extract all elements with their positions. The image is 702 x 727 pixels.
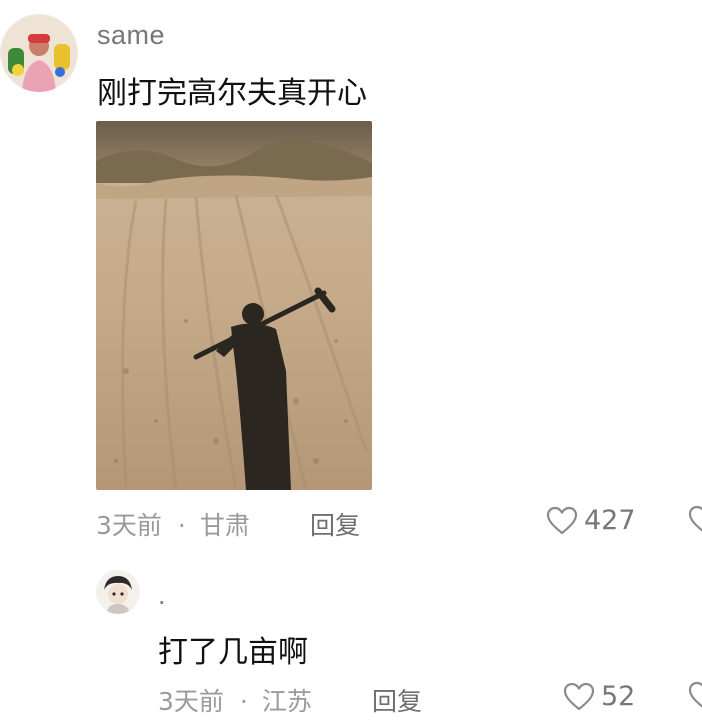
heart-outline-icon[interactable] xyxy=(688,505,702,535)
heart-outline-icon xyxy=(563,682,595,712)
location: 甘肃 xyxy=(199,511,250,540)
like-count: 427 xyxy=(584,505,636,536)
timestamp: 3天前 xyxy=(158,687,224,716)
reply-text: 打了几亩啊 xyxy=(158,635,308,670)
reply-button[interactable]: 回复 xyxy=(310,506,360,542)
comment-photo[interactable] xyxy=(96,121,372,490)
comment-meta: 3天前 · 甘肃 xyxy=(96,506,250,542)
comment-text: 刚打完高尔夫真开心 xyxy=(97,76,367,111)
reply-button[interactable]: 回复 xyxy=(372,682,422,718)
username[interactable]: same xyxy=(97,20,165,51)
field-shadow-photo xyxy=(96,121,372,490)
like-count: 52 xyxy=(601,681,636,712)
avatar[interactable] xyxy=(0,14,78,92)
heart-outline-icon[interactable] xyxy=(688,681,702,711)
like-button[interactable]: 52 xyxy=(563,681,635,712)
reply-avatar[interactable] xyxy=(96,570,140,614)
heart-outline-icon xyxy=(546,506,578,536)
reply-meta: 3天前 · 江苏 xyxy=(158,682,312,718)
timestamp: 3天前 xyxy=(96,511,162,540)
reply-username[interactable]: . xyxy=(158,580,166,611)
separator: · xyxy=(177,511,186,540)
like-button[interactable]: 427 xyxy=(546,505,636,536)
avatar-image xyxy=(0,14,78,92)
reply-avatar-image xyxy=(96,570,140,614)
separator: · xyxy=(239,687,248,716)
location: 江苏 xyxy=(261,687,312,716)
